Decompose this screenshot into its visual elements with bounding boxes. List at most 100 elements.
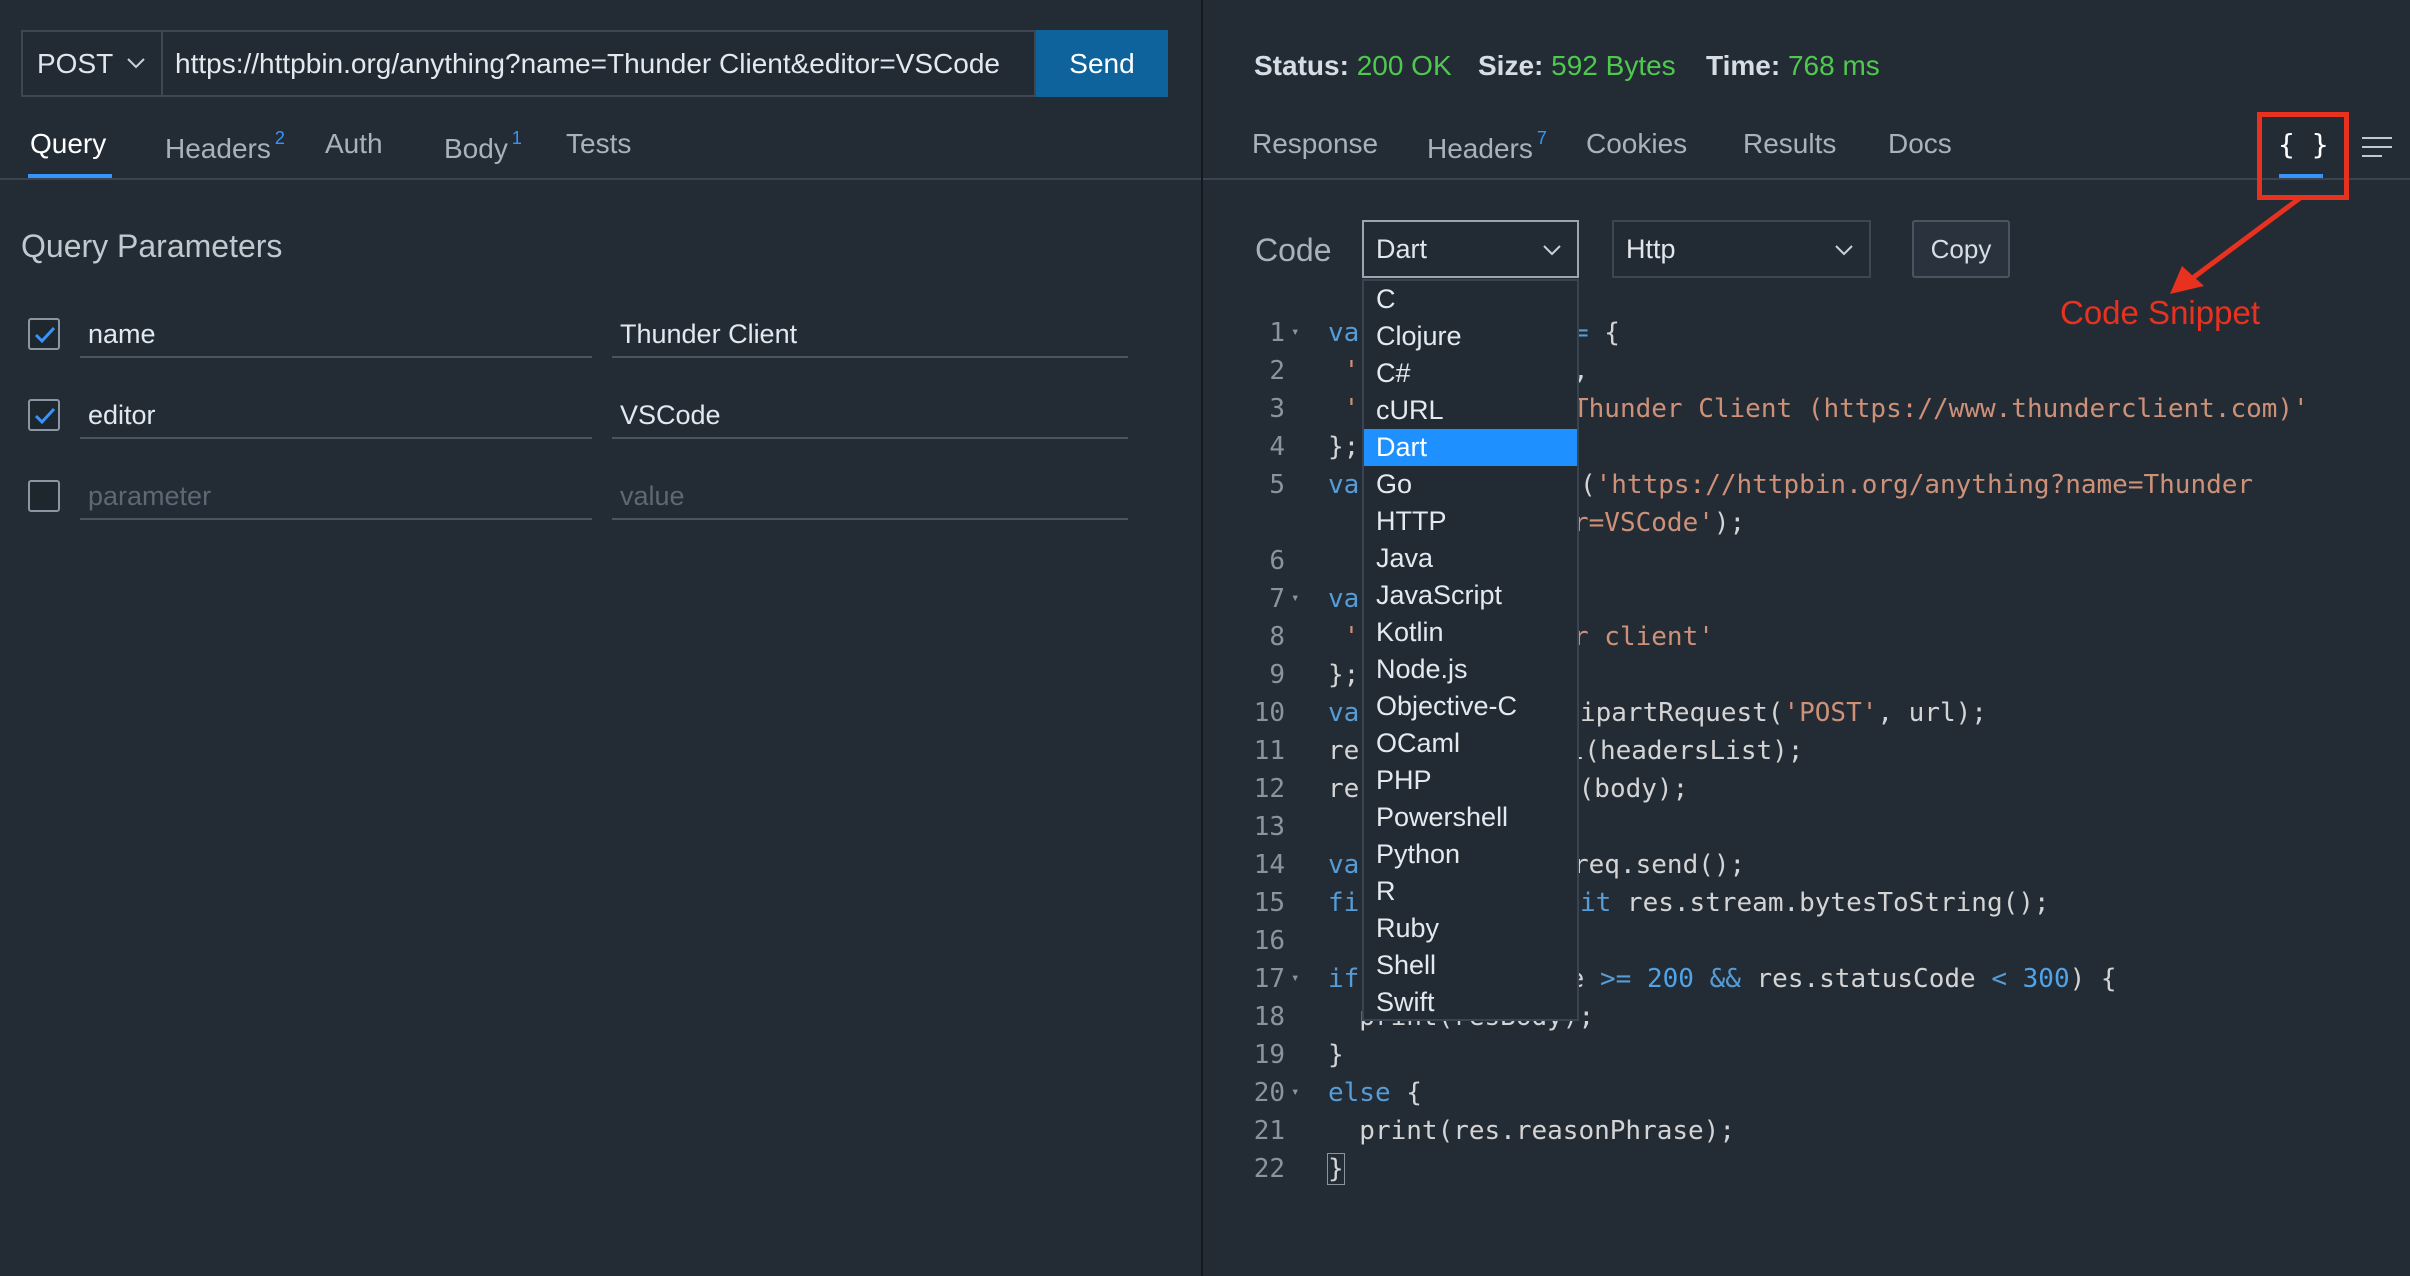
line-number: 2: [1269, 356, 1285, 386]
line-number: 16: [1253, 926, 1285, 956]
code-line: re: [1328, 736, 1360, 766]
code-fragment: ll(headersList);: [1553, 736, 1804, 766]
param-value-field[interactable]: VSCode: [612, 393, 1128, 439]
language-option[interactable]: Swift: [1364, 984, 1577, 1021]
fold-arrow-icon[interactable]: ▾: [1291, 324, 1299, 340]
tab-tests[interactable]: Tests: [566, 128, 631, 160]
fold-arrow-icon[interactable]: ▾: [1291, 1084, 1299, 1100]
client-select[interactable]: Http: [1612, 220, 1871, 278]
language-value: Dart: [1376, 233, 1428, 264]
language-option[interactable]: C#: [1364, 355, 1577, 392]
tab-badge: 2: [274, 128, 285, 148]
language-select[interactable]: Dart: [1362, 220, 1579, 278]
query-params-title: Query Parameters: [21, 228, 283, 264]
language-option[interactable]: JavaScript: [1364, 577, 1577, 614]
time-label: Time:: [1706, 50, 1781, 81]
language-option[interactable]: Powershell: [1364, 799, 1577, 836]
code-line: }: [1327, 1153, 1345, 1185]
tab-docs[interactable]: Docs: [1888, 128, 1952, 160]
line-number: 3: [1269, 394, 1285, 424]
line-number: 7: [1269, 584, 1285, 614]
tab-cookies[interactable]: Cookies: [1586, 128, 1687, 160]
language-option[interactable]: Ruby: [1364, 910, 1577, 947]
language-option[interactable]: PHP: [1364, 762, 1577, 799]
tab-label: Body: [444, 133, 508, 164]
line-number: 10: [1253, 698, 1285, 728]
language-option[interactable]: Java: [1364, 540, 1577, 577]
code-fragment: Thunder Client (https://www.thunderclien…: [1573, 394, 2309, 424]
language-option[interactable]: OCaml: [1364, 725, 1577, 762]
tab-badge: 1: [511, 128, 522, 148]
line-number: 5: [1269, 470, 1285, 500]
code-line: ': [1343, 356, 1360, 386]
time-value: 768 ms: [1787, 50, 1880, 81]
line-number: 20: [1253, 1078, 1285, 1108]
code-fragment: req.send();: [1573, 850, 1746, 880]
language-option[interactable]: R: [1364, 873, 1577, 910]
fold-arrow-icon[interactable]: ▾: [1291, 970, 1299, 986]
query-row: name Thunder Client: [0, 312, 1201, 372]
language-option[interactable]: HTTP: [1364, 503, 1577, 540]
code-line: fi: [1328, 888, 1360, 918]
param-checkbox[interactable]: [28, 318, 60, 350]
param-checkbox[interactable]: [28, 480, 60, 512]
line-number: 9: [1269, 660, 1285, 690]
status-label: Status:: [1254, 50, 1349, 81]
menu-icon[interactable]: [2362, 137, 2392, 159]
param-value-placeholder[interactable]: value: [612, 474, 1128, 520]
language-option[interactable]: Kotlin: [1364, 614, 1577, 651]
language-option[interactable]: Shell: [1364, 947, 1577, 984]
code-fragment: rse('https://httpbin.org/anything?name=T…: [1533, 470, 2254, 500]
client-value: Http: [1626, 233, 1676, 264]
line-number: 13: [1253, 812, 1285, 842]
code-line: va: [1328, 318, 1360, 348]
line-number: 14: [1253, 850, 1285, 880]
code-line: ': [1343, 622, 1360, 652]
tab-auth[interactable]: Auth: [325, 128, 383, 160]
param-key-field[interactable]: name: [80, 312, 592, 358]
code-line: va: [1328, 470, 1360, 500]
request-tabs: Query Headers 2 Auth Body 1 Tests: [0, 118, 1201, 180]
method-select[interactable]: POST: [21, 30, 161, 97]
code-line: };: [1328, 660, 1360, 690]
status-item: Status: 200 OK: [1254, 50, 1452, 82]
tab-response[interactable]: Response: [1252, 128, 1378, 160]
param-key-field[interactable]: editor: [80, 393, 592, 439]
response-tabs: Response Headers 7 Cookies Results Docs: [1203, 118, 2410, 180]
fold-arrow-icon[interactable]: ▾: [1291, 590, 1299, 606]
language-option[interactable]: Node.js: [1364, 651, 1577, 688]
language-option[interactable]: cURL: [1364, 392, 1577, 429]
param-key-placeholder[interactable]: parameter: [80, 474, 592, 520]
tab-label: Results: [1743, 128, 1837, 159]
language-option[interactable]: Dart: [1364, 429, 1577, 466]
checkmark-icon: [34, 326, 56, 344]
language-option[interactable]: Objective-C: [1364, 688, 1577, 725]
code-line: re: [1328, 774, 1360, 804]
code-line: print(res.reasonPhrase);: [1328, 1116, 1735, 1146]
tab-query[interactable]: Query: [30, 128, 106, 160]
tab-headers[interactable]: Headers 2: [165, 128, 285, 165]
line-number: 11: [1253, 736, 1285, 766]
tab-response-headers[interactable]: Headers 7: [1427, 128, 1547, 165]
language-option[interactable]: Python: [1364, 836, 1577, 873]
url-value: https://httpbin.org/anything?name=Thunde…: [175, 47, 1000, 79]
param-checkbox[interactable]: [28, 399, 60, 431]
code-fragment: = {: [1573, 318, 1620, 348]
code-line: };: [1328, 432, 1360, 462]
param-value-field[interactable]: Thunder Client: [612, 312, 1128, 358]
tab-label: Response: [1252, 128, 1379, 159]
tab-label: Cookies: [1586, 128, 1688, 159]
tab-label: Auth: [325, 128, 383, 159]
language-option[interactable]: Clojure: [1364, 318, 1577, 355]
tab-label: Tests: [566, 128, 632, 159]
code-fragment: de >= 200 && res.statusCode < 300) {: [1553, 964, 2117, 994]
language-option[interactable]: Go: [1364, 466, 1577, 503]
language-option[interactable]: C: [1364, 281, 1577, 318]
language-dropdown-list: C Clojure C# cURL Dart Go HTTP Java JavaScript Ko…: [1362, 279, 1579, 1021]
line-number: 8: [1269, 622, 1285, 652]
tab-body[interactable]: Body 1: [444, 128, 522, 165]
tab-results[interactable]: Results: [1743, 128, 1836, 160]
url-input[interactable]: https://httpbin.org/anything?name=Thunde…: [161, 30, 1036, 97]
copy-button[interactable]: Copy: [1912, 220, 2010, 278]
send-button[interactable]: Send: [1036, 30, 1168, 97]
